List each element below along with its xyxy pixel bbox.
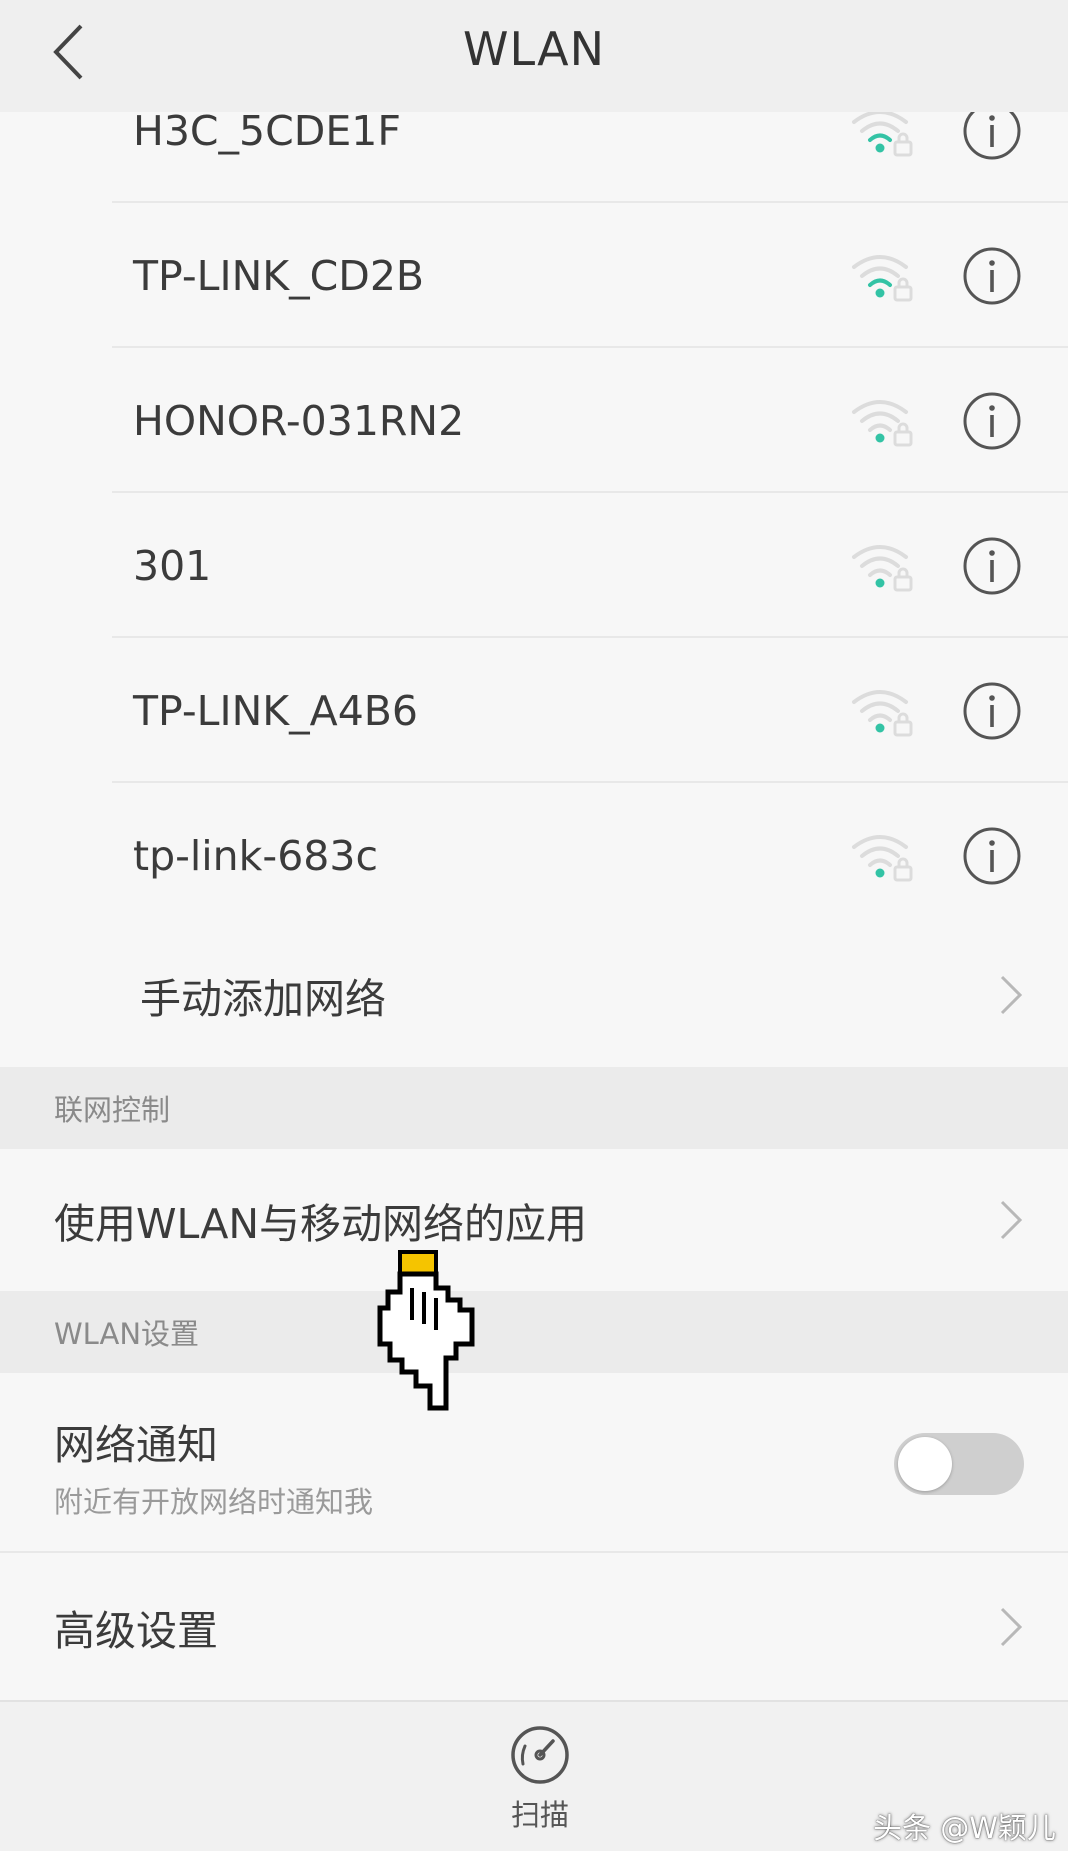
notify-title: 网络通知 (54, 1421, 218, 1469)
network-item[interactable]: HONOR-031RN2 (0, 348, 1068, 493)
network-ssid: tp-link-683c (133, 831, 378, 880)
network-item[interactable]: tp-link-683c (0, 783, 1068, 928)
section-title: 联网控制 (54, 1093, 171, 1127)
info-icon[interactable] (962, 536, 1022, 596)
network-item[interactable]: 301 (0, 493, 1068, 638)
info-icon[interactable] (962, 681, 1022, 741)
manual-add-network[interactable]: 手动添加网络 (0, 922, 1068, 1067)
advanced-label: 高级设置 (54, 1606, 218, 1655)
watermark-text: 头条 @W颖儿 (873, 1811, 1056, 1845)
scan-button[interactable]: 扫描 (498, 1724, 582, 1834)
toggle-knob (898, 1437, 952, 1491)
section-title: WLAN设置 (54, 1317, 200, 1351)
network-ssid: TP-LINK_CD2B (133, 251, 425, 300)
section-header-wlan-settings: WLAN设置 (0, 1291, 1068, 1373)
scan-label: 扫描 (510, 1798, 569, 1832)
notify-toggle[interactable] (894, 1433, 1024, 1495)
back-button[interactable] (44, 20, 92, 84)
chevron-right-icon (1000, 1607, 1023, 1646)
network-item[interactable]: TP-LINK_CD2B (0, 203, 1068, 348)
info-icon[interactable] (962, 246, 1022, 306)
network-ssid: H3C_5CDE1F (133, 106, 401, 155)
wifi-locked-icon (852, 689, 913, 736)
wifi-locked-icon (852, 834, 913, 881)
notify-subtitle: 附近有开放网络时通知我 (54, 1485, 374, 1519)
apps-row-label: 使用WLAN与移动网络的应用 (54, 1200, 588, 1248)
chevron-right-icon (1000, 975, 1023, 1014)
wifi-locked-icon (852, 254, 913, 301)
chevron-right-icon (1000, 1200, 1023, 1240)
network-ssid: HONOR-031RN2 (133, 396, 465, 445)
page-title: WLAN (462, 22, 606, 76)
section-header-network-control: 联网控制 (0, 1067, 1068, 1149)
apps-using-network[interactable]: 使用WLAN与移动网络的应用 (0, 1149, 1068, 1291)
back-arrow-icon (53, 24, 83, 80)
info-icon[interactable] (962, 826, 1022, 886)
wifi-locked-icon (852, 544, 913, 591)
network-notify-row: 网络通知 附近有开放网络时通知我 (0, 1373, 1068, 1553)
network-ssid: TP-LINK_A4B6 (133, 686, 418, 735)
wifi-locked-icon (852, 399, 913, 446)
manual-add-label: 手动添加网络 (140, 974, 386, 1023)
scan-radar-icon (511, 1726, 569, 1784)
info-icon[interactable] (962, 391, 1022, 451)
network-item[interactable]: TP-LINK_A4B6 (0, 638, 1068, 783)
top-bar: WLAN (0, 0, 1068, 112)
pointing-hand-cursor-icon (377, 1250, 475, 1411)
advanced-settings[interactable]: 高级设置 (0, 1553, 1068, 1700)
network-ssid: 301 (133, 541, 212, 590)
